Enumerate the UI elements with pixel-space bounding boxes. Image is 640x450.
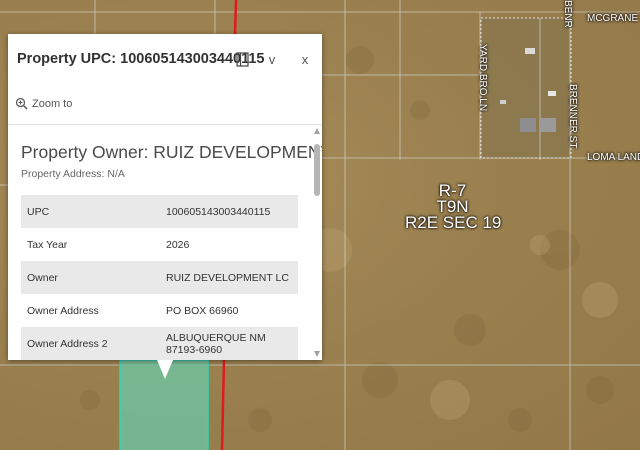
section-label-line-3: R2E SEC 19 xyxy=(405,213,502,232)
table-row: Owner RUIZ DEVELOPMENT LC xyxy=(21,261,298,294)
row-label: UPC xyxy=(21,195,160,228)
attribute-table: UPC 100605143003440115 Tax Year 2026 Owner… xyxy=(21,195,298,360)
row-value: ALBUQUERQUE NM 87193-6960 xyxy=(160,327,298,360)
section-label: R-7 T9N R2E SEC 19 xyxy=(405,182,502,232)
row-value: 100605143003440115 xyxy=(160,195,298,228)
row-label: Owner Address xyxy=(27,304,99,317)
chevron-down-icon[interactable]: v xyxy=(262,49,282,69)
row-label: Owner Address 2 xyxy=(21,327,160,360)
close-icon[interactable]: x xyxy=(295,49,315,69)
row-value: 2026 xyxy=(166,238,190,251)
zoom-in-icon xyxy=(15,97,28,110)
scrollbar-thumb[interactable] xyxy=(314,144,320,196)
table-row: UPC 100605143003440115 xyxy=(21,195,298,228)
table-row: Tax Year 2026 xyxy=(21,228,298,261)
popup-header: Property UPC: 100605143003440115 v x xyxy=(8,34,322,84)
road-label-benr: BENR xyxy=(562,0,573,28)
row-value: RUIZ DEVELOPMENT LC xyxy=(160,261,298,294)
property-popup: Property UPC: 100605143003440115 v x Zoo… xyxy=(8,34,322,360)
red-boundary-bottom xyxy=(220,359,226,450)
road-label-loma-land: LOMA LAND R xyxy=(587,152,640,163)
compound-area xyxy=(481,18,571,158)
owner-heading: Property Owner: RUIZ DEVELOPMENT LC xyxy=(21,142,322,162)
property-address: Property Address: N/A xyxy=(21,168,125,180)
road-label-brenner: BRENNER ST xyxy=(567,84,578,149)
dock-icon[interactable] xyxy=(232,49,252,69)
popup-pointer xyxy=(157,360,173,379)
row-label: Tax Year xyxy=(27,238,68,251)
popup-content[interactable]: Property Owner: RUIZ DEVELOPMENT LC Prop… xyxy=(8,125,322,360)
row-label: Owner xyxy=(21,261,160,294)
table-row: Owner Address PO BOX 66960 xyxy=(21,294,298,327)
red-boundary-top xyxy=(233,0,238,35)
zoom-to-label: Zoom to xyxy=(32,97,73,110)
table-row: Owner Address 2 ALBUQUERQUE NM 87193-6960 xyxy=(21,327,298,360)
road-label-mcgrane: MCGRANE RD xyxy=(587,13,640,24)
row-value: PO BOX 66960 xyxy=(166,304,239,317)
popup-actions: Zoom to xyxy=(8,84,322,125)
popup-title: Property UPC: 100605143003440115 xyxy=(17,51,265,67)
popup-scrollbar[interactable] xyxy=(312,127,322,360)
zoom-to-button[interactable]: Zoom to xyxy=(15,97,72,110)
road-label-yard-bros: YARD BRO LN xyxy=(477,44,488,112)
scroll-down-icon[interactable] xyxy=(314,351,320,357)
scroll-up-icon[interactable] xyxy=(314,128,320,134)
